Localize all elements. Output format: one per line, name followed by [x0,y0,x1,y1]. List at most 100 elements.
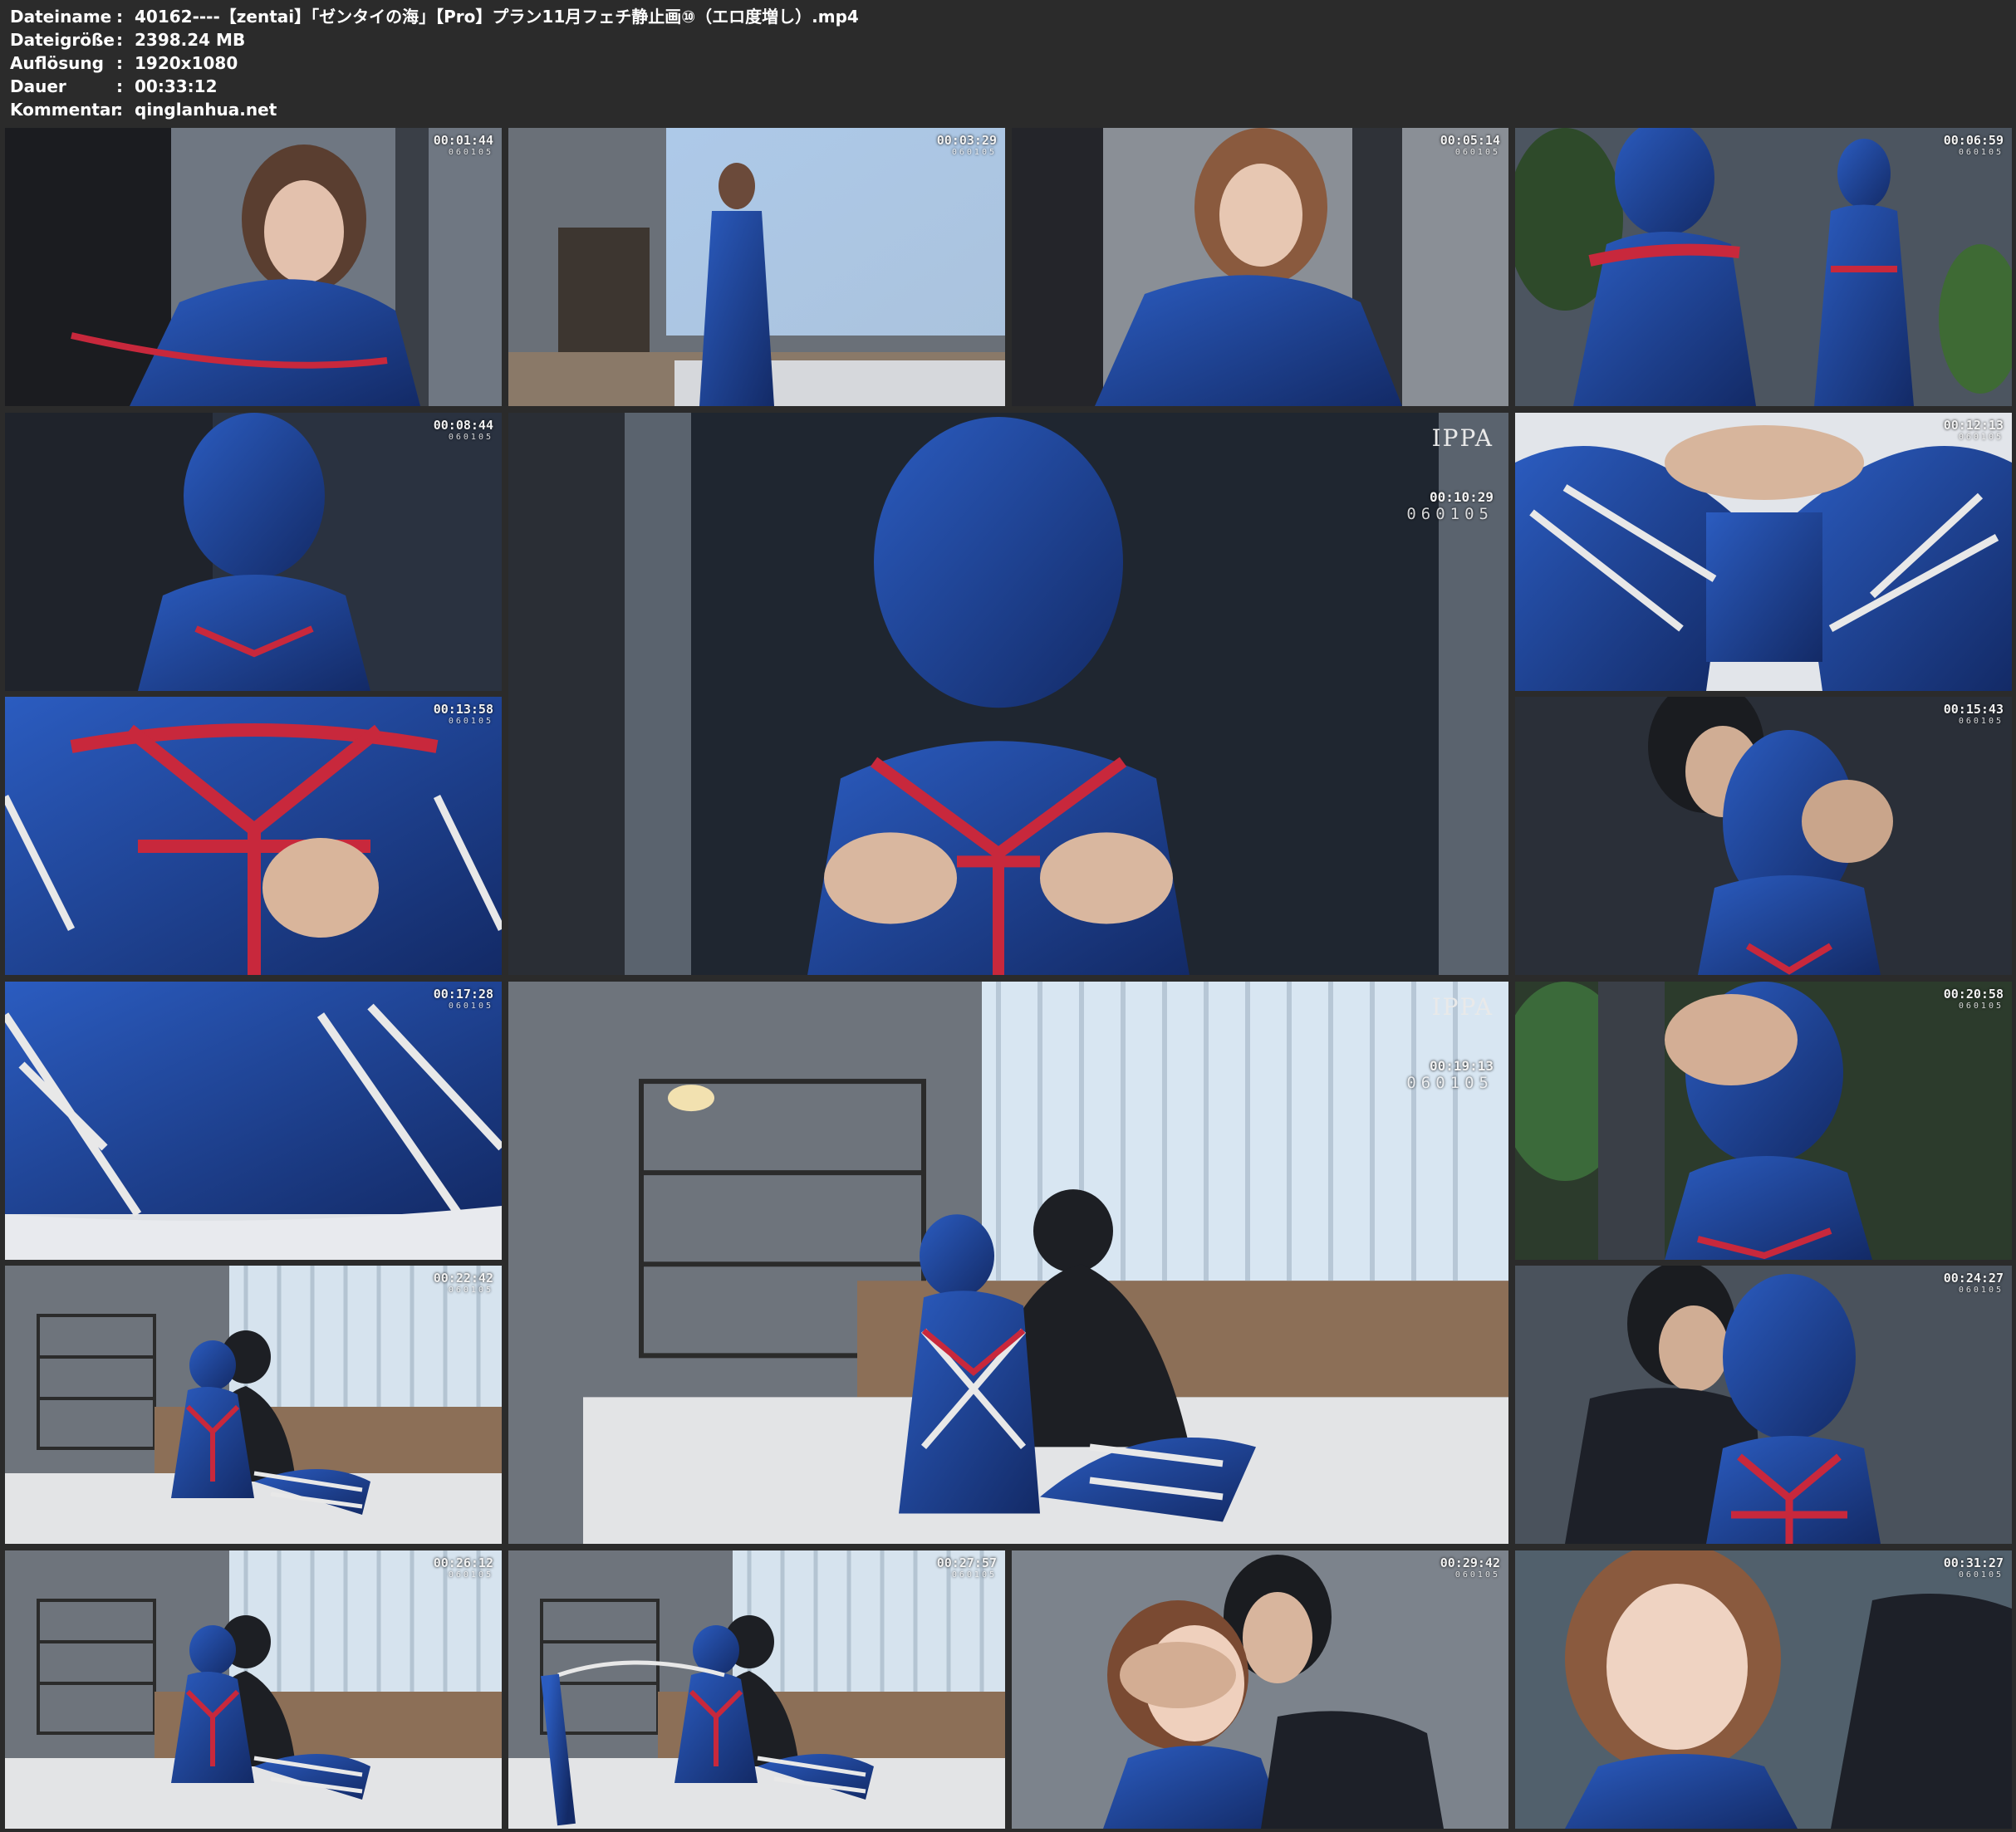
video-thumbnail: 00:08:44 060105 [5,412,502,691]
frame-timestamp: 00:31:27 [1943,1555,2004,1570]
ippa-logo: IPPA [1431,424,1494,452]
video-thumbnail: 00:12:13 060105 [1515,412,2012,691]
frame-timestamp: 00:29:42 [1440,1555,1500,1570]
frame-timestamp: 00:13:58 [433,702,493,717]
thumbnail-frame-image [508,1550,1005,1829]
info-value-filesize: 2398.24 MB [135,30,246,50]
frame-code: 060105 [448,1286,493,1295]
frame-code: 060105 [1958,717,2004,726]
frame-code: 060105 [1454,1570,1500,1580]
frame-timestamp: 00:17:28 [433,986,493,1002]
info-separator: : [116,30,123,50]
thumbnail-frame-image [5,697,502,975]
frame-code: 060105 [448,717,493,726]
thumbnail-frame-image [1515,128,2012,406]
video-thumbnail: 00:31:27 060105 [1515,1550,2012,1829]
video-thumbnail: 00:01:44 060105 [5,128,502,406]
timestamp-overlay: 00:22:42 060105 [434,1271,493,1295]
frame-timestamp: 00:26:12 [433,1555,493,1570]
video-thumbnail: 00:22:42 060105 [5,1266,502,1544]
timestamp-overlay: 00:19:13 060105 [1406,1058,1494,1092]
timestamp-overlay: 00:17:28 060105 [434,987,493,1011]
frame-code: 060105 [1406,504,1494,523]
frame-timestamp: 00:27:57 [936,1555,997,1570]
frame-timestamp: 00:01:44 [433,133,493,148]
info-row-filename: Dateiname : 40162----【zentai】「ゼンタイの海」【Pr… [10,5,859,28]
timestamp-overlay: 00:06:59 060105 [1944,133,2004,157]
frame-timestamp: 00:05:14 [1440,133,1500,148]
video-thumbnail: 00:03:29 060105 [508,128,1005,406]
timestamp-overlay: 00:13:58 060105 [434,702,493,726]
frame-code: 060105 [448,432,493,442]
frame-timestamp: 00:10:29 [1429,488,1494,505]
frame-code: 060105 [1406,1073,1494,1092]
info-separator: : [116,53,123,73]
video-thumbnail: 00:15:43 060105 [1515,697,2012,975]
thumbnail-frame-image [5,1550,502,1829]
thumbnail-frame-image [5,981,502,1260]
timestamp-overlay: 00:15:43 060105 [1944,702,2004,726]
frame-code: 060105 [1958,148,2004,157]
frame-code: 060105 [951,1570,997,1580]
frame-timestamp: 00:19:13 [1429,1057,1494,1074]
frame-timestamp: 00:03:29 [936,133,997,148]
timestamp-overlay: 00:01:44 060105 [434,133,493,157]
info-key: Dauer [10,76,66,96]
thumbnail-frame-image [1515,697,2012,975]
info-value-resolution: 1920x1080 [135,53,238,73]
info-value-filename: 40162----【zentai】「ゼンタイの海」【Pro】プラン11月フェチ静… [135,7,859,27]
video-thumbnail: 00:05:14 060105 [1012,128,1508,406]
video-thumbnail: 00:20:58 060105 [1515,981,2012,1260]
timestamp-overlay: 00:27:57 060105 [937,1555,997,1580]
video-thumbnail: 00:06:59 060105 [1515,128,2012,406]
frame-code: 060105 [448,148,493,157]
timestamp-overlay: 00:10:29 060105 [1406,489,1494,523]
info-row-filesize: Dateigröße : 2398.24 MB [10,28,859,51]
timestamp-overlay: 00:08:44 060105 [434,418,493,442]
frame-code: 060105 [1958,1286,2004,1295]
info-value-duration: 00:33:12 [135,76,218,96]
timestamp-overlay: 00:20:58 060105 [1944,987,2004,1011]
info-separator: : [116,100,123,120]
timestamp-overlay: 00:03:29 060105 [937,133,997,157]
info-row-resolution: Auflösung : 1920x1080 [10,51,859,75]
frame-timestamp: 00:08:44 [433,417,493,433]
frame-timestamp: 00:12:13 [1943,417,2004,433]
video-thumbnail: 00:13:58 060105 [5,697,502,975]
info-separator: : [116,76,123,96]
frame-code: 060105 [448,1570,493,1580]
timestamp-overlay: 00:29:42 060105 [1440,1555,1500,1580]
thumbnail-frame-image [1012,128,1508,406]
thumbnail-frame-image [1515,412,2012,691]
video-thumbnail: 00:29:42 060105 [1012,1550,1508,1829]
frame-timestamp: 00:24:27 [1943,1271,2004,1286]
info-value-comment: qinglanhua.net [135,100,277,120]
info-key: Dateiname [10,7,112,27]
frame-code: 060105 [951,148,997,157]
timestamp-overlay: 00:26:12 060105 [434,1555,493,1580]
info-row-comment: Kommentar : qinglanhua.net [10,98,859,121]
frame-code: 060105 [1454,148,1500,157]
frame-timestamp: 00:22:42 [433,1271,493,1286]
thumbnail-frame-image [508,128,1005,406]
ippa-watermark: IPPA [1386,424,1494,491]
ippa-watermark: IPPA [1386,993,1494,1060]
info-key: Kommentar [10,100,120,120]
video-thumbnail: IPPA 00:10:29 060105 [508,412,1508,975]
frame-timestamp: 00:06:59 [1943,133,2004,148]
info-row-duration: Dauer : 00:33:12 [10,75,859,98]
timestamp-overlay: 00:24:27 060105 [1944,1271,2004,1295]
file-info-panel: Dateiname : 40162----【zentai】「ゼンタイの海」【Pr… [10,5,859,121]
frame-timestamp: 00:15:43 [1943,702,2004,717]
thumbnail-frame-image [1515,1266,2012,1544]
thumbnail-frame-image [508,412,1508,975]
thumbnail-frame-image [5,1266,502,1544]
thumbnail-frame-image [1515,981,2012,1260]
thumbnail-frame-image [1012,1550,1508,1829]
video-thumbnail: 00:26:12 060105 [5,1550,502,1829]
video-thumbnail: 00:17:28 060105 [5,981,502,1260]
thumbnail-grid: 00:01:44 060105 00:03:29 060105 00:05:14 06… [5,128,2012,1829]
frame-code: 060105 [1958,1001,2004,1011]
frame-code: 060105 [1958,1570,2004,1580]
info-key: Auflösung [10,53,104,73]
